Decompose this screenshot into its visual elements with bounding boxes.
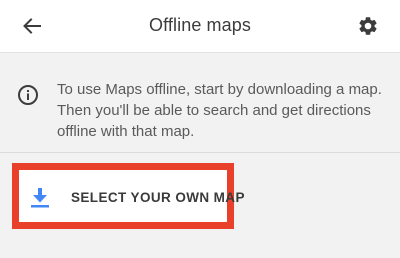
app-bar: Offline maps xyxy=(0,0,400,52)
header-divider xyxy=(0,52,400,53)
settings-button[interactable] xyxy=(354,12,382,40)
download-icon xyxy=(31,188,49,208)
gear-icon xyxy=(359,17,377,35)
section-divider xyxy=(0,152,400,153)
select-your-own-map-button[interactable]: SELECT YOUR OWN MAP xyxy=(12,163,244,229)
info-icon xyxy=(18,85,38,105)
page-title: Offline maps xyxy=(149,15,251,35)
info-message: To use Maps offline, start by downloadin… xyxy=(57,81,382,140)
select-your-own-map-label: SELECT YOUR OWN MAP xyxy=(71,190,245,205)
